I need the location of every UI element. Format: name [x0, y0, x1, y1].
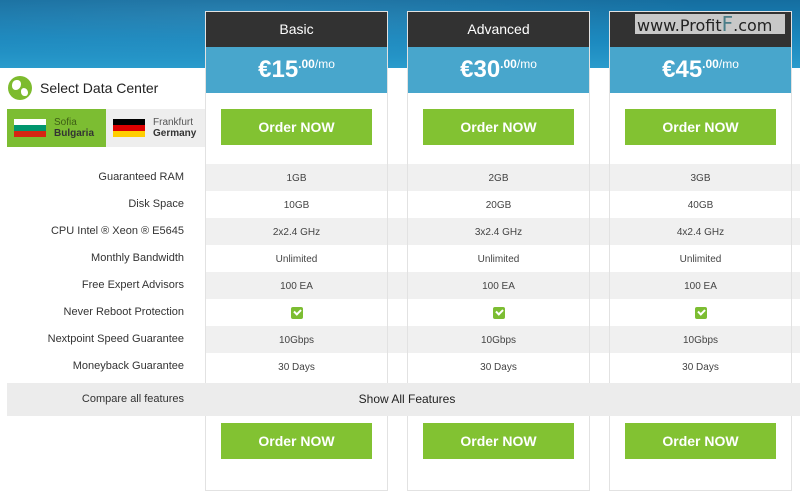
feature-value: 10Gbps: [278, 335, 315, 346]
plan-price: €15.00/mo: [206, 47, 387, 93]
plan-name: Basic: [206, 12, 387, 47]
price-period: /mo: [314, 57, 335, 71]
plan-price: €45.00/mo: [610, 47, 791, 93]
price-currency: €: [662, 56, 676, 83]
feature-value: 30 Days: [682, 362, 719, 373]
feature-value: Unlimited: [477, 254, 520, 265]
feature-label: CPU Intel ® Xeon ® E5645: [50, 225, 184, 237]
checkmark-icon: [694, 307, 707, 320]
feature-value: Unlimited: [275, 254, 318, 265]
feature-label: Never Reboot Protection: [63, 306, 184, 318]
feature-value: Unlimited: [679, 254, 722, 265]
bulgaria-flag-icon: [14, 118, 46, 138]
feature-value: 30 Days: [278, 362, 315, 373]
feature-value: 3x2.4 GHz: [474, 227, 523, 238]
order-now-button-bottom[interactable]: Order NOW: [625, 423, 776, 459]
dc-country: Germany: [153, 128, 197, 139]
watermark: www.ProfitF.com: [635, 12, 785, 36]
feature-value: 10GB: [283, 200, 310, 211]
plan-column-pro: Pro €45.00/mo Order NOW 3GB40GB4x2.4 GHz…: [609, 11, 792, 491]
show-all-features-link[interactable]: Show All Features: [359, 383, 456, 416]
plan-top-action: Order NOW: [408, 93, 589, 164]
dc-city: Frankfurt: [153, 117, 194, 128]
feature-value: 20GB: [485, 200, 512, 211]
plan-column-basic: Basic €15.00/mo Order NOW 1GB 10GB 2x2.4 G…: [205, 11, 388, 491]
price-amount: 30: [473, 56, 501, 83]
feature-value: 30 Days: [480, 362, 517, 373]
feature-value: 4x2.4 GHz: [676, 227, 725, 238]
watermark-letter: F: [721, 12, 734, 36]
feature-label: Disk Space: [128, 198, 184, 210]
germany-flag-icon: [113, 118, 145, 138]
checkmark-icon: [492, 307, 505, 320]
compare-label: Compare all features: [81, 393, 184, 405]
data-center-heading: Select Data Center: [8, 76, 158, 100]
order-now-button[interactable]: Order NOW: [221, 109, 372, 145]
feature-label: Monthly Bandwidth: [91, 252, 184, 264]
feature-value: 10Gbps: [480, 335, 517, 346]
price-period: /mo: [718, 57, 739, 71]
price-cents: .00: [298, 57, 315, 71]
feature-value: [610, 300, 791, 327]
price-cents: .00: [500, 57, 517, 71]
plan-top-action: Order NOW: [610, 93, 791, 164]
feature-value: 2GB: [488, 173, 509, 184]
feature-value: 100 EA: [280, 281, 313, 292]
plan-price: €30.00/mo: [408, 47, 589, 93]
feature-value: 40GB: [687, 200, 714, 211]
feature-label: Moneyback Guarantee: [72, 360, 184, 372]
data-center-title: Select Data Center: [40, 80, 159, 96]
order-now-button-bottom[interactable]: Order NOW: [221, 423, 372, 459]
checkmark-icon: [290, 307, 303, 320]
data-center-option-sofia[interactable]: Sofia Bulgaria: [7, 109, 106, 147]
data-center-option-frankfurt[interactable]: Frankfurt Germany: [106, 109, 205, 147]
price-currency: €: [258, 56, 272, 83]
dc-city: Sofia: [54, 117, 77, 128]
data-center-tabs: Sofia Bulgaria Frankfurt Germany: [7, 109, 205, 147]
feature-value: 2x2.4 GHz: [272, 227, 321, 238]
feature-label: Guaranteed RAM: [98, 171, 184, 183]
watermark-suffix: .com: [733, 16, 773, 35]
order-now-button[interactable]: Order NOW: [625, 109, 776, 145]
plan-column-advanced: Advanced €30.00/mo Order NOW 2GB 20GB 3x2.…: [407, 11, 590, 491]
price-amount: 15: [271, 56, 299, 83]
feature-value: [206, 300, 387, 327]
feature-label: Nextpoint Speed Guarantee: [47, 333, 184, 345]
plan-top-action: Order NOW: [206, 93, 387, 164]
feature-label: Free Expert Advisors: [81, 279, 184, 291]
watermark-prefix: www.Profit: [637, 16, 722, 35]
price-currency: €: [460, 56, 474, 83]
price-period: /mo: [516, 57, 537, 71]
order-now-button[interactable]: Order NOW: [423, 109, 574, 145]
feature-value: [408, 300, 589, 327]
feature-value: 100 EA: [684, 281, 717, 292]
dc-country: Bulgaria: [54, 128, 95, 139]
plan-name: Advanced: [408, 12, 589, 47]
feature-value: 3GB: [690, 173, 711, 184]
order-now-button-bottom[interactable]: Order NOW: [423, 423, 574, 459]
price-cents: .00: [702, 57, 719, 71]
feature-value: 1GB: [286, 173, 307, 184]
compare-bar: Compare all features Show All Features: [7, 383, 800, 416]
globe-icon: [8, 76, 32, 100]
feature-value: 10Gbps: [682, 335, 719, 346]
price-amount: 45: [675, 56, 703, 83]
feature-value: 100 EA: [482, 281, 515, 292]
